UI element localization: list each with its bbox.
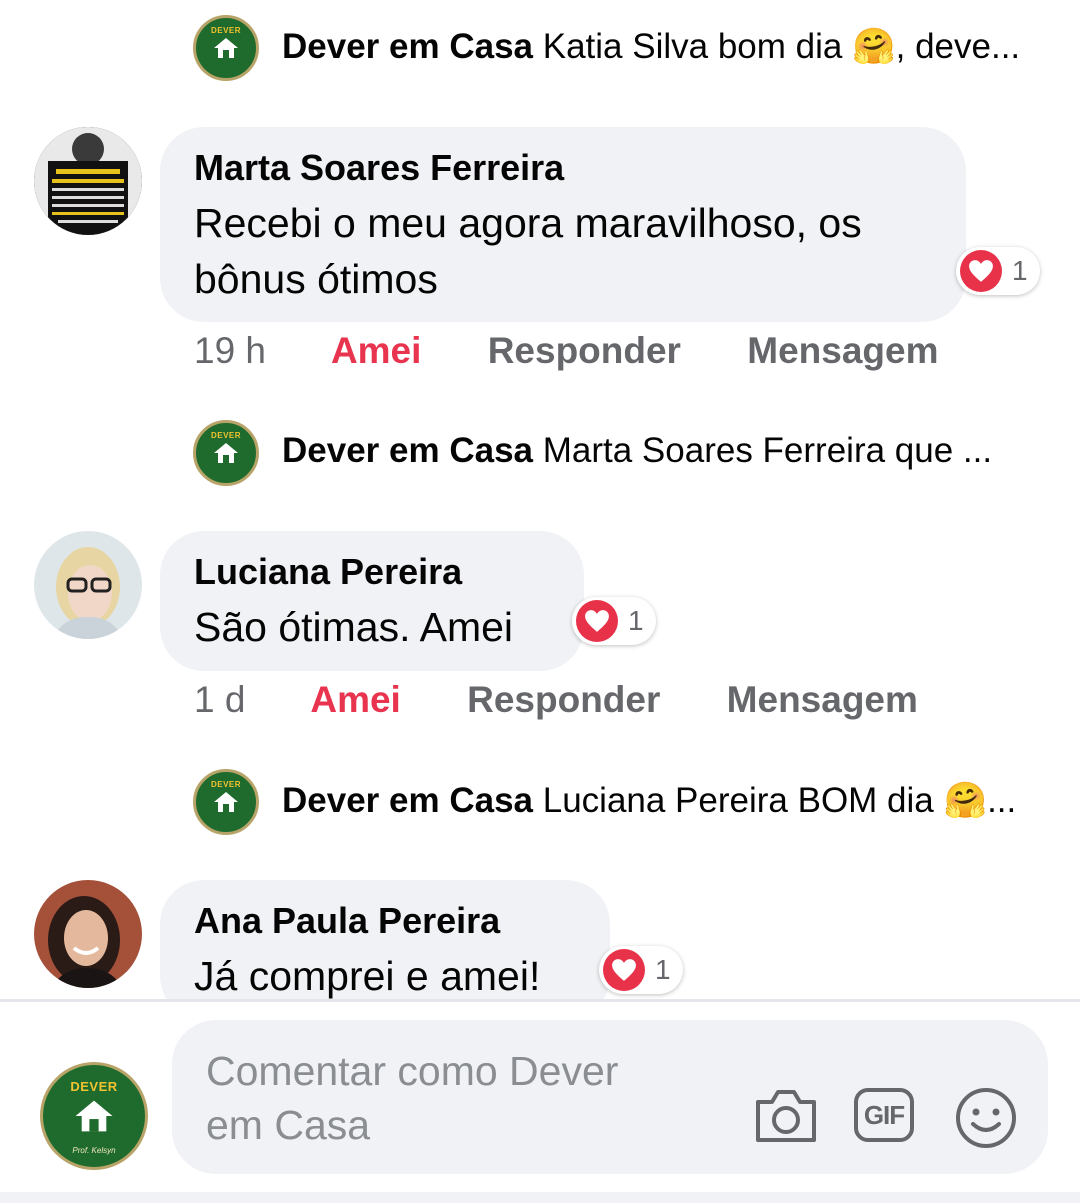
comment-actions: 1 d Amei Responder Mensagem	[194, 679, 974, 721]
comment-bubble[interactable]: Marta Soares Ferreira Recebi o meu agora…	[160, 127, 966, 322]
comment-actions: 19 h Amei Responder Mensagem	[194, 330, 994, 372]
comment-text: Recebi o meu agora maravilhoso, os bônus…	[194, 195, 862, 307]
page-avatar[interactable]: DEVER	[193, 15, 259, 81]
logo-signature: Prof. Kelsyn	[72, 1145, 116, 1155]
reaction-badge[interactable]: 1	[956, 247, 1040, 295]
comment-placeholder: Comentar como Dever em Casa	[206, 1048, 619, 1148]
reaction-count: 1	[655, 954, 671, 985]
avatar-image	[34, 880, 142, 988]
message-button[interactable]: Mensagem	[747, 330, 938, 371]
comment-text-line: bônus ótimos	[194, 256, 438, 302]
avatar-image	[34, 127, 142, 235]
message-button[interactable]: Mensagem	[727, 679, 918, 720]
page-reply[interactable]: Dever em Casa Katia Silva bom dia 🤗, dev…	[282, 26, 1020, 67]
comment-text-line: Recebi o meu agora maravilhoso, os	[194, 200, 862, 246]
comment-text: São ótimas. Amei	[194, 599, 513, 655]
page-avatar[interactable]: DEVER	[193, 420, 259, 486]
page-reply[interactable]: Dever em Casa Luciana Pereira BOM dia 🤗.…	[282, 780, 1016, 821]
comment-time[interactable]: 1 d	[194, 679, 245, 720]
avatar-image	[34, 531, 142, 639]
reply-author[interactable]: Dever em Casa	[282, 431, 533, 470]
avatar[interactable]	[34, 127, 142, 235]
heart-icon	[960, 250, 1002, 292]
heart-icon	[576, 600, 618, 642]
reply-author[interactable]: Dever em Casa	[282, 27, 533, 66]
reaction-badge[interactable]: 1	[572, 597, 656, 645]
comment-text-line: São ótimas. Amei	[194, 604, 514, 650]
comment-input[interactable]: Comentar como Dever em Casa GIF	[172, 1020, 1048, 1174]
gif-icon[interactable]: GIF	[854, 1088, 914, 1142]
divider	[0, 999, 1080, 1002]
reaction-count: 1	[1012, 255, 1028, 286]
love-reaction-button[interactable]: Amei	[310, 679, 400, 720]
emoji-icon[interactable]	[954, 1086, 1018, 1150]
house-icon	[214, 443, 238, 463]
gif-label: GIF	[863, 1099, 905, 1130]
comment-text: Já comprei e amei!	[194, 948, 540, 1004]
logo-text: DEVER	[70, 1079, 118, 1095]
comment-time[interactable]: 19 h	[194, 330, 266, 371]
reply-text: Katia Silva bom dia 🤗, deve...	[542, 27, 1021, 66]
comment-author[interactable]: Ana Paula Pereira	[194, 900, 500, 942]
reply-button[interactable]: Responder	[467, 679, 660, 720]
composer-avatar[interactable]: DEVER Prof. Kelsyn	[40, 1062, 148, 1170]
logo-text: DEVER	[210, 26, 242, 36]
house-icon	[214, 792, 238, 812]
page-reply[interactable]: Dever em Casa Marta Soares Ferreira que …	[282, 431, 992, 471]
reply-button[interactable]: Responder	[488, 330, 681, 371]
reply-text: Luciana Pereira BOM dia 🤗...	[542, 781, 1017, 820]
bottom-edge	[0, 1192, 1080, 1203]
house-icon	[75, 1100, 113, 1132]
comment-bubble[interactable]: Luciana Pereira São ótimas. Amei	[160, 531, 584, 671]
logo-text: DEVER	[210, 780, 242, 790]
house-icon	[214, 38, 238, 58]
reaction-count: 1	[628, 605, 644, 636]
page-avatar[interactable]: DEVER	[193, 769, 259, 835]
logo-text: DEVER	[210, 431, 242, 441]
camera-icon[interactable]	[752, 1086, 820, 1146]
reply-author[interactable]: Dever em Casa	[282, 781, 533, 820]
avatar[interactable]	[34, 880, 142, 988]
heart-icon	[603, 949, 645, 991]
reply-text: Marta Soares Ferreira que ...	[542, 431, 993, 470]
comment-author[interactable]: Luciana Pereira	[194, 551, 462, 593]
avatar[interactable]	[34, 531, 142, 639]
reaction-badge[interactable]: 1	[599, 946, 683, 994]
comment-author[interactable]: Marta Soares Ferreira	[194, 147, 564, 189]
comment-text-line: Já comprei e amei!	[194, 953, 541, 999]
love-reaction-button[interactable]: Amei	[331, 330, 421, 371]
